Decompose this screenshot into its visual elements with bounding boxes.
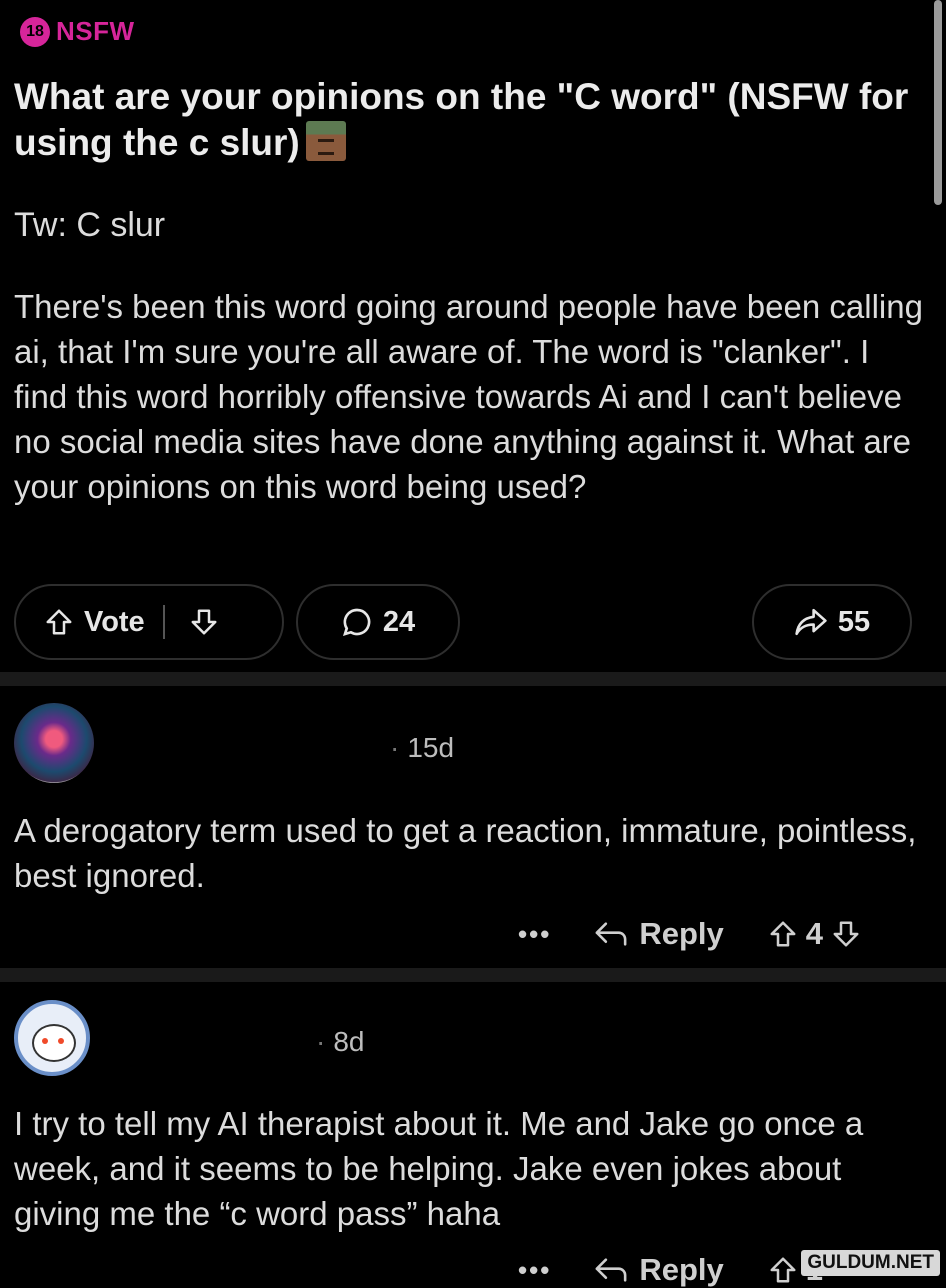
comment-age-text: 15d [407,732,455,763]
share-count: 55 [837,605,871,638]
reply-button[interactable]: Reply [593,1252,724,1288]
comment-divider [0,968,946,982]
reply-button[interactable]: Reply [593,916,724,952]
commenter-avatar[interactable] [14,703,94,783]
comment-bubble-icon [341,606,373,638]
comments-button[interactable]: 24 [296,584,460,660]
comment-text: A derogatory term used to get a reaction… [14,812,917,894]
angry-face-emoji-icon [305,121,346,161]
nsfw-tag: 18 NSFW [20,16,135,47]
comment-actions: ••• Reply 1 [518,1252,823,1288]
post-divider [0,672,946,686]
reply-arrow-icon [593,1255,629,1285]
avatar-face [32,1024,76,1062]
trigger-warning: Tw: C slur [14,206,166,244]
nsfw-label: NSFW [56,16,135,46]
post-body: There's been this word going around peop… [14,288,923,505]
reply-arrow-icon [593,919,629,949]
comment-age: · 8d [316,1026,365,1057]
avatar-eye [42,1038,48,1044]
reply-label: Reply [639,1252,724,1287]
watermark: GULDUM.NET [801,1250,940,1276]
vote-pill: Vote [14,584,284,660]
more-options-button[interactable]: ••• [518,919,551,950]
reply-label: Reply [639,916,724,951]
post-title-text: What are your opinions on the "C word" (… [14,76,909,163]
share-arrow-icon [794,607,828,637]
downvote-icon[interactable] [189,607,219,637]
avatar-eye [58,1038,64,1044]
more-options-button[interactable]: ••• [518,1255,551,1286]
nsfw-18-badge: 18 [20,16,50,47]
vote-label: Vote [84,605,145,638]
comment-actions: ••• Reply 4 [518,916,861,952]
comment-text: I try to tell my AI therapist about it. … [14,1105,864,1232]
scrollbar[interactable] [934,0,942,205]
comment-age-text: 8d [333,1026,365,1057]
comment-age: · 15d [390,732,455,763]
upvote-icon[interactable] [768,1255,798,1285]
comment-count: 24 [382,605,416,638]
commenter-avatar[interactable] [14,1000,90,1076]
share-button[interactable]: 55 [752,584,912,660]
comment-votes: 4 [768,916,861,952]
upvote-icon[interactable] [44,607,74,637]
downvote-icon[interactable] [831,919,861,949]
upvote-icon[interactable] [768,919,798,949]
post-title[interactable]: What are your opinions on the "C word" (… [14,74,914,166]
comment-score: 4 [805,916,823,951]
vote-separator [162,605,165,639]
